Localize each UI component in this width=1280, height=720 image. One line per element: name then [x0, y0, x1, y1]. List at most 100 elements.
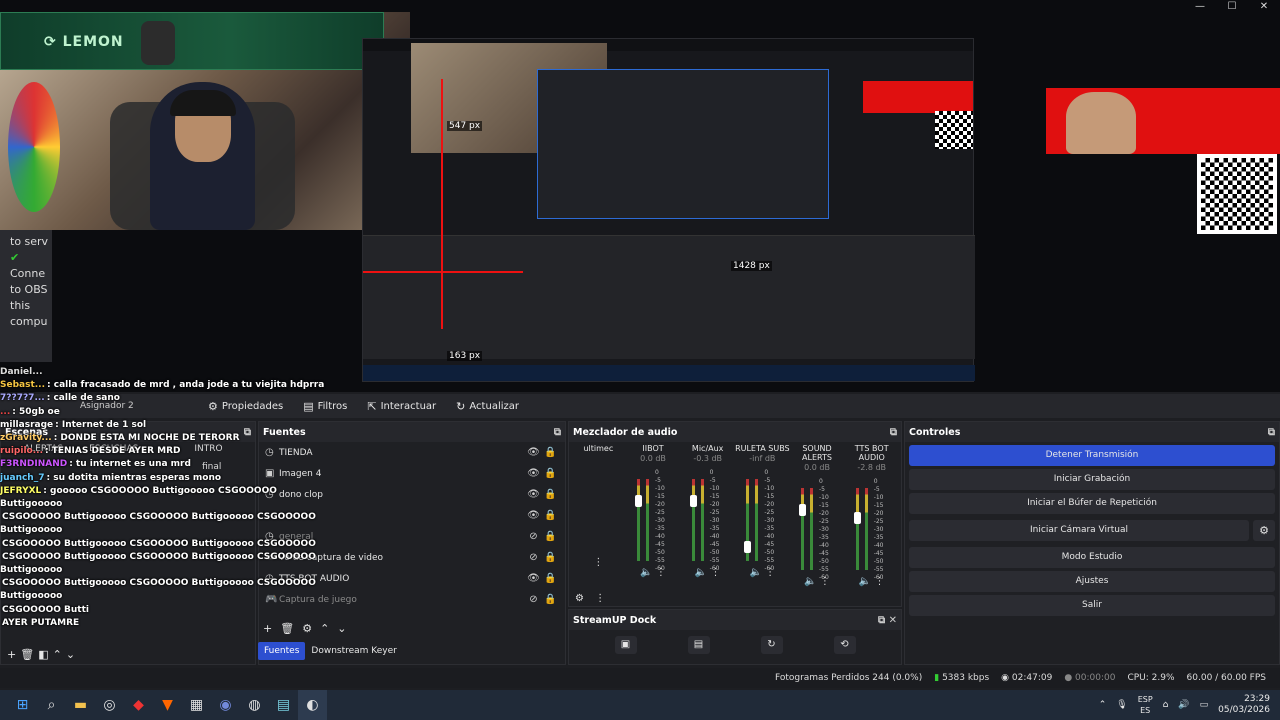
remove-scene-icon[interactable]: 🗑	[20, 648, 34, 661]
dock-buttons[interactable]: ⧉ ✕	[878, 615, 897, 626]
mixer-menu-icon[interactable]: ⋮	[595, 593, 605, 604]
microphone-icon[interactable]: 🎙	[1116, 700, 1127, 710]
language-indicator[interactable]: ESP ES	[1138, 694, 1153, 716]
move-up-icon[interactable]: ⌃	[53, 648, 62, 661]
minimize-button[interactable]: —	[1184, 0, 1216, 14]
network-icon[interactable]: ⌂	[1163, 700, 1169, 710]
eye-hidden-icon[interactable]: ⊘	[525, 552, 542, 563]
refresh-label: Actualizar	[469, 400, 519, 412]
db-scale: 0 -5 -10 -15 -20 -25 -30 -35 -40 -45 -50 -55 -60	[873, 478, 884, 581]
search-icon[interactable]: ⌕	[37, 690, 66, 720]
calc-icon[interactable]: ▦	[182, 690, 211, 720]
start-recording-button[interactable]: Iniciar Grabación	[909, 469, 1275, 490]
status-bar: Fotogramas Perdidos 244 (0.0%) ▮ 5383 kb…	[0, 668, 1280, 688]
eye-hidden-icon[interactable]: ⊘	[525, 531, 542, 542]
speaker-icon[interactable]: 🔈	[750, 567, 762, 578]
settings-button[interactable]: Ajustes	[909, 571, 1275, 592]
notepad-icon[interactable]: ▤	[269, 690, 298, 720]
lock-icon[interactable]: 🔒	[542, 531, 559, 542]
volume-icon[interactable]: 🔊	[1178, 700, 1189, 710]
speaker-icon[interactable]: 🔈	[859, 576, 871, 587]
chevron-up-icon[interactable]: ⌃	[1099, 700, 1107, 710]
tab-fuentes[interactable]: Fuentes	[258, 642, 306, 660]
move-down-icon[interactable]: ⌄	[337, 622, 346, 635]
steam-icon[interactable]: ◐	[298, 690, 327, 720]
lock-icon[interactable]: 🔒	[542, 447, 559, 458]
lang-bottom: ES	[1140, 706, 1151, 715]
chat-message: zGravity...: DONDE ESTA MI NOCHE DE TERO…	[0, 432, 330, 445]
stop-stream-button[interactable]: Detener Transmisión	[909, 445, 1275, 466]
studio-mode-button[interactable]: Modo Estudio	[909, 547, 1275, 568]
lock-icon[interactable]: 🔒	[542, 594, 559, 605]
lemon-logo: ⟳ LEMON	[44, 34, 124, 50]
move-down-icon[interactable]: ⌄	[66, 648, 75, 661]
system-tray: ⌃ 🎙 ESP ES ⌂ 🔊 ▭ 23:29 05/03/2026	[1099, 694, 1280, 716]
lock-icon[interactable]: 🔒	[542, 468, 559, 479]
scene-filters-icon[interactable]: ◧	[38, 648, 48, 661]
volume-meter[interactable]: 0 -5 -10 -15 -20 -25 -30 -35 -40 -45 -50 -55 -60	[852, 478, 892, 581]
notice-line: Conne	[10, 267, 46, 280]
undock-icon[interactable]: ⧉	[554, 427, 561, 438]
red-app-icon[interactable]: ◆	[124, 690, 153, 720]
nested-obs-capture[interactable]: 547 px 1428 px 163 px	[362, 38, 975, 382]
chat-message: Daniel...	[0, 366, 330, 379]
eye-icon[interactable]: 👁	[525, 447, 542, 458]
undock-icon[interactable]: ⧉	[1268, 427, 1275, 438]
refresh-browser-icon[interactable]: ⟲	[833, 636, 856, 654]
volume-fader[interactable]	[799, 504, 807, 516]
eye-icon[interactable]: 👁	[525, 573, 542, 584]
lock-icon[interactable]: 🔒	[542, 489, 559, 500]
monitor-alt-icon[interactable]: ▤	[687, 636, 710, 654]
preview-canvas[interactable]: — ☐ ✕ ⟳ LEMON 547 px 1428 px 163 px to s…	[0, 0, 1280, 392]
chat-overlay: Daniel... Sebast...: calla fracasado de m…	[0, 366, 330, 628]
chat-message: millasrage: Internet de 1 sol	[0, 419, 330, 432]
clock[interactable]: 23:29 05/03/2026	[1218, 694, 1270, 716]
start-replay-buffer-button[interactable]: Iniciar el Búfer de Repetición	[909, 493, 1275, 514]
menu-icon[interactable]: ⋮	[593, 557, 603, 568]
battery-icon[interactable]: ▭	[1200, 700, 1209, 710]
eye-hidden-icon[interactable]: ⊘	[525, 594, 542, 605]
eye-icon[interactable]: 👁	[525, 468, 542, 479]
tab-downstream-keyer[interactable]: Downstream Keyer	[305, 642, 402, 660]
obs-window: — ☐ ✕ ⟳ LEMON 547 px 1428 px 163 px to s…	[0, 0, 1280, 720]
obs-icon[interactable]: ◎	[95, 690, 124, 720]
volume-fader[interactable]	[635, 495, 642, 507]
add-scene-icon[interactable]: +	[7, 648, 16, 661]
refresh-audio-icon[interactable]: ↻	[760, 636, 783, 654]
start-virtual-camera-button[interactable]: Iniciar Cámara Virtual	[909, 520, 1249, 541]
advanced-audio-icon[interactable]: ⚙	[575, 593, 584, 604]
lock-icon[interactable]: 🔒	[542, 573, 559, 584]
volume-fader[interactable]	[744, 541, 752, 554]
volume-meter[interactable]: 0 -5 -10 -15 -20 -25 -30 -35 -40 -45 -50 -55 -60	[797, 478, 837, 581]
clock-time: 23:29	[1244, 694, 1270, 704]
level-bar	[864, 488, 868, 570]
lemon-logo-icon: ⟳	[44, 34, 63, 50]
lock-icon[interactable]: 🔒	[542, 510, 559, 521]
folder-icon[interactable]: ▬	[66, 690, 95, 720]
close-button[interactable]: ✕	[1248, 0, 1280, 14]
volume-meter[interactable]: 0 -5 -10 -15 -20 -25 -30 -35 -40 -45 -50 -55 -60	[688, 469, 728, 572]
refresh-button[interactable]: ↻ Actualizar	[448, 397, 527, 416]
eye-icon[interactable]: 👁	[525, 489, 542, 500]
monitor-icon[interactable]: ▣	[614, 636, 637, 654]
volume-fader[interactable]	[853, 512, 861, 524]
interact-button[interactable]: ⇱ Interactuar	[359, 397, 444, 416]
volume-meter[interactable]: 0 -5 -10 -15 -20 -25 -30 -35 -40 -45 -50 -55 -60	[633, 469, 673, 572]
brave-icon[interactable]: ▼	[153, 690, 182, 720]
maximize-button[interactable]: ☐	[1216, 0, 1248, 14]
eye-icon[interactable]: 👁	[525, 510, 542, 521]
speaker-icon[interactable]: 🔈	[695, 567, 707, 578]
gear-icon[interactable]: ⚙	[1253, 520, 1275, 541]
windows-icon[interactable]: ⊞	[8, 690, 37, 720]
volume-fader[interactable]	[689, 495, 697, 507]
app-icon[interactable]: ◍	[240, 690, 269, 720]
speaker-icon[interactable]: 🔈	[640, 567, 652, 578]
volume-meter[interactable]: 0 -5 -10 -15 -20 -25 -30 -35 -40 -45 -50 -55 -60	[742, 469, 782, 572]
speaker-icon[interactable]: 🔈	[804, 576, 816, 587]
lock-icon[interactable]: 🔒	[542, 552, 559, 563]
volume-meter[interactable]	[578, 459, 618, 555]
discord-icon[interactable]: ◉	[211, 690, 240, 720]
exit-button[interactable]: Salir	[909, 595, 1275, 616]
undock-icon[interactable]: ⧉	[890, 427, 897, 438]
mixer-title-bar: Mezclador de audio ⧉	[569, 422, 901, 442]
